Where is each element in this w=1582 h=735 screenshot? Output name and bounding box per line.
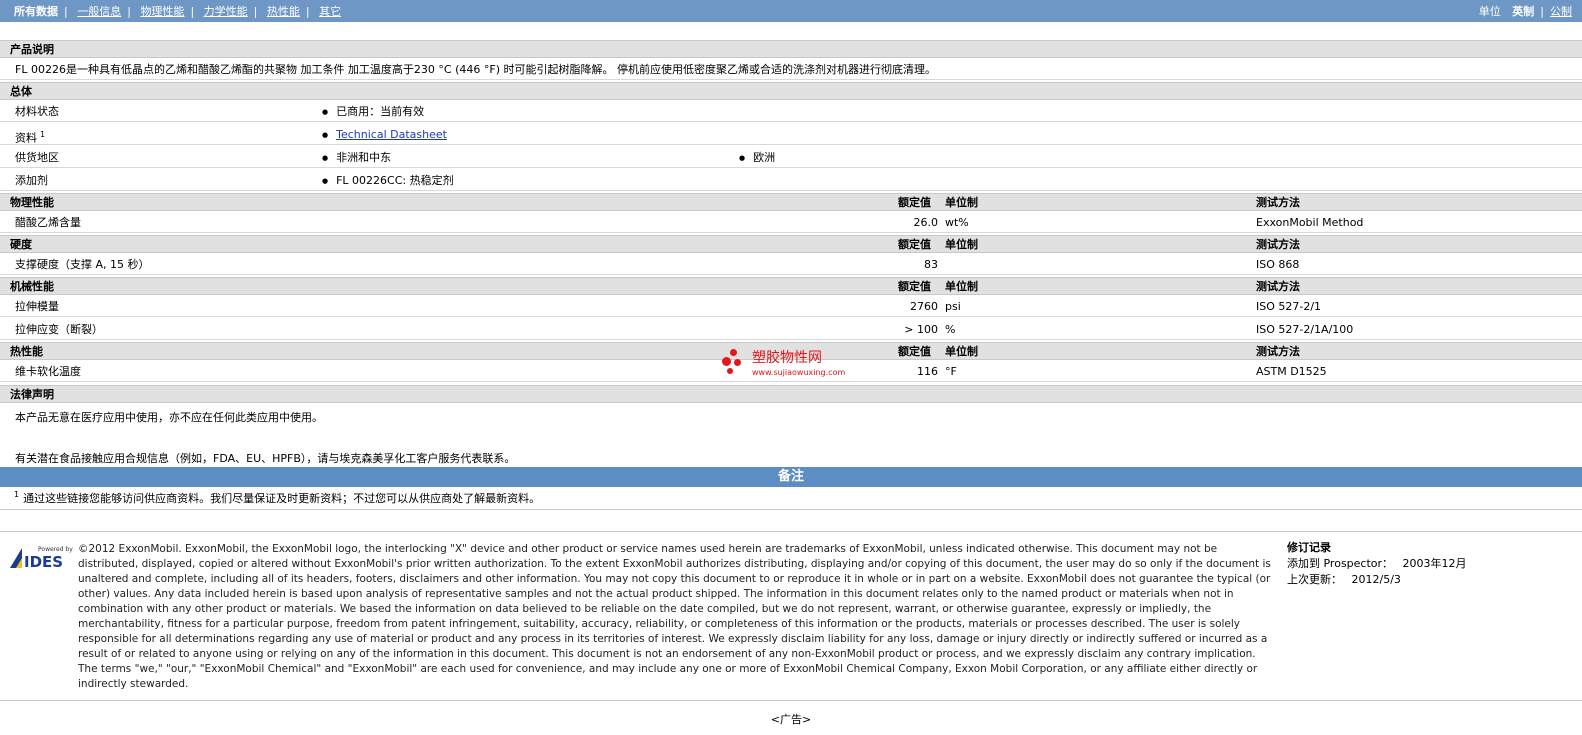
row-value: 83 [924,258,938,271]
row-method: ExxonMobil Method [1256,216,1364,229]
general-row: 供货地区 非洲和中东 欧洲 [0,147,1582,168]
row-method: ASTM D1525 [1256,365,1327,378]
notes-header: 备注 [0,467,1582,487]
row-unit: % [945,323,956,336]
section-title: 总体 [10,85,32,98]
legal-line-2: 有关潜在食品接触应用合规信息（例如，FDA、EU、HPFB），请与埃克森美孚化工… [15,452,516,465]
general-row: 资料1 Technical Datasheet [0,124,1582,145]
section-title: 机械性能 [10,280,54,293]
property-row: 拉伸应变（断裂） > 100 % ISO 527-2/1A/100 [0,319,1582,340]
section-physical: 物理性能 额定值 单位制 测试方法 [0,193,1582,211]
col-nominal: 额定值 [898,345,931,358]
row-value: 116 [917,365,938,378]
revision-updated: 上次更新： 2012/5/3 [1287,573,1401,586]
nav-all-data[interactable]: 所有数据 [14,5,58,18]
section-title: 物理性能 [10,196,54,209]
row-label: 添加剂 [15,174,48,187]
col-method: 测试方法 [1256,196,1300,209]
legal-line-1: 本产品无意在医疗应用中使用，亦不应在任何此类应用中使用。 [15,411,323,424]
ides-logo-icon: Powered by IDES [10,546,73,571]
note-text: 1 通过这些链接您能够访问供应商资料。我们尽量保证及时更新资料；不过您可以从供应商… [14,490,541,505]
divider [0,531,1582,532]
col-nominal: 额定值 [898,280,931,293]
row-value: > 100 [904,323,938,336]
row-value: 非洲和中东 [322,147,391,170]
row-label: 拉伸模量 [15,300,59,313]
col-method: 测试方法 [1256,280,1300,293]
watermark-url: www.sujiaowuxing.com [752,368,846,377]
section-product-desc: 产品说明 [0,40,1582,58]
nav-physical[interactable]: 物理性能 [140,5,184,18]
ad-label: <广告> [770,713,812,726]
svg-text:Powered by: Powered by [38,546,73,553]
col-method: 测试方法 [1256,238,1300,251]
revision-title: 修订记录 [1287,541,1331,554]
row-value: 2760 [910,300,938,313]
col-unit: 单位制 [945,280,978,293]
section-title: 热性能 [10,345,43,358]
property-row: 支撑硬度（支撑 A, 15 秒） 83 ISO 868 [0,254,1582,275]
row-unit: °F [945,365,957,378]
row-value: Technical Datasheet [322,124,447,147]
row-method: ISO 868 [1256,258,1300,271]
product-desc-text: FL 00226是一种具有低晶点的乙烯和醋酸乙烯酯的共聚物 加工条件 加工温度高… [15,63,936,76]
technical-datasheet-link[interactable]: Technical Datasheet [336,128,447,141]
nav-thermal[interactable]: 热性能 [267,5,300,18]
unit-english[interactable]: 英制 [1512,5,1534,18]
units-label: 单位 [1478,5,1501,18]
row-label: 醋酸乙烯含量 [15,216,81,229]
section-title: 产品说明 [10,43,54,56]
watermark-name: 塑胶物性网 [752,350,822,366]
section-title: 硬度 [10,238,32,251]
col-unit: 单位制 [945,238,978,251]
divider [0,700,1582,701]
general-row: 添加剂 FL 00226CC: 热稳定剂 [0,170,1582,191]
row-label: 维卡软化温度 [15,365,81,378]
revision-added: 添加到 Prospector： 2003年12月 [1287,557,1467,570]
property-row: 醋酸乙烯含量 26.0 wt% ExxonMobil Method [0,212,1582,233]
nav-mechanical[interactable]: 力学性能 [204,5,248,18]
col-nominal: 额定值 [898,238,931,251]
section-general: 总体 [0,82,1582,100]
col-unit: 单位制 [945,345,978,358]
row-value: 26.0 [913,216,939,229]
row-value: FL 00226CC: 热稳定剂 [322,170,454,193]
row-label: 供货地区 [15,151,59,164]
svg-text:IDES: IDES [24,553,63,570]
revision-history: 修订记录 添加到 Prospector： 2003年12月 上次更新： 2012… [1287,540,1467,588]
watermark-logo: 塑胶物性网 www.sujiaowuxing.com [722,347,862,383]
nav-general[interactable]: 一般信息 [77,5,121,18]
row-value: 已商用：当前有效 [322,101,424,124]
row-label: 材料状态 [15,105,59,118]
unit-switcher: 单位 英制 | 公制 [1478,5,1572,18]
section-hardness: 硬度 额定值 单位制 测试方法 [0,235,1582,253]
section-legal: 法律声明 [0,385,1582,403]
section-title: 法律声明 [10,388,54,401]
row-method: ISO 527-2/1A/100 [1256,323,1354,336]
row-label: 资料 1 [15,130,46,145]
unit-metric[interactable]: 公制 [1550,5,1572,18]
section-mechanical: 机械性能 额定值 单位制 测试方法 [0,277,1582,295]
row-method: ISO 527-2/1 [1256,300,1322,313]
ides-logo: Powered by IDES [8,544,74,571]
row-label: 支撑硬度（支撑 A, 15 秒） [15,258,150,271]
row-unit: psi [945,300,961,313]
col-nominal: 额定值 [898,196,931,209]
product-desc-row: FL 00226是一种具有低晶点的乙烯和醋酸乙烯酯的共聚物 加工条件 加工温度高… [0,59,1582,80]
col-method: 测试方法 [1256,345,1300,358]
top-nav-bar: 所有数据 | 一般信息 | 物理性能 | 力学性能 | 热性能 | 其它 单位 英制 | 公制 [0,0,1582,22]
row-unit: wt% [945,216,969,229]
property-row: 拉伸模量 2760 psi ISO 527-2/1 [0,296,1582,317]
row-value: 欧洲 [739,147,775,170]
nav-other[interactable]: 其它 [319,5,341,18]
general-row: 材料状态 已商用：当前有效 [0,101,1582,122]
divider [0,509,1582,510]
copyright-text: ©2012 ExxonMobil. ExxonMobil, the ExxonM… [78,543,1271,690]
row-label: 拉伸应变（断裂） [15,323,103,336]
col-unit: 单位制 [945,196,978,209]
nav-links: 所有数据 | 一般信息 | 物理性能 | 力学性能 | 热性能 | 其它 [14,5,342,18]
